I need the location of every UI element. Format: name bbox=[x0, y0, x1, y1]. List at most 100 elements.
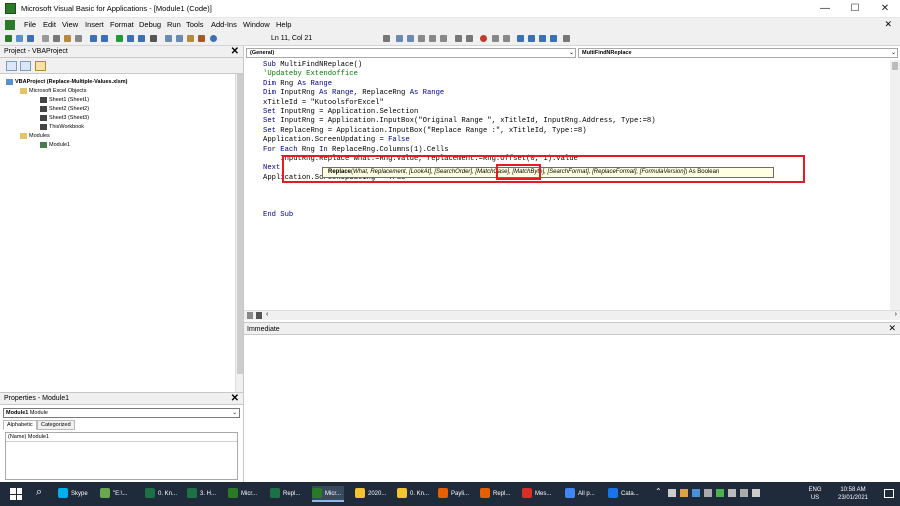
code-line[interactable]: Application.ScreenUpdating = False bbox=[263, 136, 883, 145]
list-constants-icon[interactable] bbox=[407, 35, 414, 42]
code-line[interactable]: Set ReplaceRng = Application.InputBox("R… bbox=[263, 127, 883, 136]
save-icon[interactable] bbox=[27, 35, 34, 42]
menu-run[interactable]: Run bbox=[167, 20, 181, 29]
code-line[interactable]: Sub MultiFindNReplace() bbox=[263, 61, 883, 70]
full-module-view-icon[interactable] bbox=[256, 312, 262, 319]
tray-app-icon[interactable] bbox=[668, 489, 676, 497]
property-row[interactable]: (Name) Module1 bbox=[6, 433, 237, 442]
excel-view-icon[interactable] bbox=[5, 35, 12, 42]
code-line[interactable]: Set InputRng = Application.Selection bbox=[263, 108, 883, 117]
volume-icon[interactable] bbox=[752, 489, 760, 497]
code-horizontal-scrollbar[interactable]: ‹ › bbox=[244, 310, 900, 320]
tray-app-icon[interactable] bbox=[704, 489, 712, 497]
code-line[interactable]: For Each Rng In ReplaceRng.Columns(1).Ce… bbox=[263, 146, 883, 155]
scroll-up-icon[interactable] bbox=[892, 62, 898, 70]
menu-window[interactable]: Window bbox=[243, 20, 270, 29]
redo-icon[interactable] bbox=[101, 35, 108, 42]
code-line[interactable]: Set InputRng = Application.InputBox("Ori… bbox=[263, 117, 883, 126]
taskbar-app[interactable]: "E:\... bbox=[100, 486, 127, 502]
menu-format[interactable]: Format bbox=[110, 20, 134, 29]
procedure-dropdown[interactable]: MultiFindNReplace ⌄ bbox=[578, 48, 898, 58]
parameter-info-icon[interactable] bbox=[429, 35, 436, 42]
object-dropdown[interactable]: (General) ⌄ bbox=[246, 48, 576, 58]
project-close-button[interactable]: ✕ bbox=[231, 46, 239, 57]
menu-view[interactable]: View bbox=[62, 20, 78, 29]
previous-bookmark-icon[interactable] bbox=[539, 35, 546, 42]
maximize-button[interactable]: ☐ bbox=[840, 0, 870, 18]
view-code-icon[interactable] bbox=[6, 61, 17, 71]
comment-block-icon[interactable] bbox=[492, 35, 499, 42]
indent-icon[interactable] bbox=[455, 35, 462, 42]
undo-icon[interactable] bbox=[90, 35, 97, 42]
toolbox-icon[interactable] bbox=[198, 35, 205, 42]
menu-tools[interactable]: Tools bbox=[186, 20, 204, 29]
taskbar-app[interactable]: Repl... bbox=[270, 486, 300, 502]
procedure-view-icon[interactable] bbox=[247, 312, 253, 319]
toolbar-overflow-icon[interactable] bbox=[383, 35, 390, 42]
reset-icon[interactable] bbox=[138, 35, 145, 42]
list-properties-icon[interactable] bbox=[396, 35, 403, 42]
taskbar-app[interactable]: Cata... bbox=[608, 486, 639, 502]
copy-icon[interactable] bbox=[53, 35, 60, 42]
language-indicator[interactable]: ENG US bbox=[804, 486, 826, 502]
tree-node-thisworkbook[interactable]: ThisWorkbook bbox=[40, 123, 84, 131]
close-button[interactable]: ✕ bbox=[870, 0, 900, 18]
immediate-close-button[interactable]: ✕ bbox=[888, 323, 896, 334]
taskbar-app[interactable]: 2020... bbox=[355, 486, 386, 502]
complete-word-icon[interactable] bbox=[440, 35, 447, 42]
tree-node-vbaproject[interactable]: VBAProject (Replace-Multiple-Values.xlsm… bbox=[6, 78, 127, 86]
tree-node-modules[interactable]: Modules bbox=[20, 132, 50, 140]
cut-icon[interactable] bbox=[42, 35, 49, 42]
menu-edit[interactable]: Edit bbox=[43, 20, 56, 29]
taskbar-app[interactable]: Repl... bbox=[480, 486, 510, 502]
run-icon[interactable] bbox=[116, 35, 123, 42]
immediate-window[interactable]: Immediate ✕ bbox=[244, 322, 900, 482]
menu-help[interactable]: Help bbox=[276, 20, 291, 29]
code-line[interactable] bbox=[263, 202, 883, 211]
tab-categorized[interactable]: Categorized bbox=[37, 420, 75, 430]
taskbar-app[interactable]: 0. Kn... bbox=[145, 486, 177, 502]
code-line[interactable] bbox=[263, 183, 883, 192]
code-line[interactable]: Dim Rng As Range bbox=[263, 80, 883, 89]
module-icon[interactable] bbox=[5, 20, 15, 30]
object-browser-icon[interactable] bbox=[187, 35, 194, 42]
outdent-icon[interactable] bbox=[466, 35, 473, 42]
design-mode-icon[interactable] bbox=[150, 35, 157, 42]
toggle-breakpoint-icon[interactable] bbox=[480, 35, 487, 42]
tray-chevron-icon[interactable]: ⌃ bbox=[655, 487, 662, 496]
menu-add-ins[interactable]: Add-Ins bbox=[211, 20, 237, 29]
document-close-button[interactable]: ✕ bbox=[884, 19, 892, 30]
scroll-left-icon[interactable]: ‹ bbox=[266, 311, 268, 318]
uncomment-block-icon[interactable] bbox=[503, 35, 510, 42]
view-object-icon[interactable] bbox=[20, 61, 31, 71]
search-icon[interactable]: ⌕ bbox=[36, 486, 42, 499]
tray-app-icon[interactable] bbox=[728, 489, 736, 497]
project-scrollbar-thumb[interactable] bbox=[237, 74, 243, 374]
tree-node-module1[interactable]: Module1 bbox=[40, 141, 70, 149]
wifi-icon[interactable] bbox=[740, 489, 748, 497]
tree-node-sheet1[interactable]: Sheet1 (Sheet1) bbox=[40, 96, 89, 104]
windows-start-icon[interactable] bbox=[10, 488, 22, 500]
paste-icon[interactable] bbox=[64, 35, 71, 42]
minimize-button[interactable]: — bbox=[810, 0, 840, 18]
next-bookmark-icon[interactable] bbox=[528, 35, 535, 42]
menu-debug[interactable]: Debug bbox=[139, 20, 161, 29]
taskbar-app[interactable]: Micr... bbox=[228, 486, 257, 502]
edit-toolbar-overflow-icon[interactable] bbox=[563, 35, 570, 42]
taskbar-app[interactable]: 3. H... bbox=[187, 486, 216, 502]
code-line[interactable]: Dim InputRng As Range, ReplaceRng As Ran… bbox=[263, 89, 883, 98]
help-icon[interactable] bbox=[210, 35, 217, 42]
taskbar-app[interactable]: Payli... bbox=[438, 486, 469, 502]
tree-node-excel-objects[interactable]: Microsoft Excel Objects bbox=[20, 87, 86, 95]
taskbar-app[interactable]: 0. Kn... bbox=[397, 486, 429, 502]
properties-window-icon[interactable] bbox=[176, 35, 183, 42]
code-line[interactable]: xTitleId = "KutoolsforExcel" bbox=[263, 99, 883, 108]
properties-close-button[interactable]: ✕ bbox=[231, 393, 239, 404]
taskbar-app[interactable]: Mes... bbox=[522, 486, 551, 502]
tab-alphabetic[interactable]: Alphabetic bbox=[3, 420, 37, 430]
bluetooth-icon[interactable] bbox=[692, 489, 700, 497]
notifications-icon[interactable] bbox=[884, 489, 894, 498]
code-line[interactable]: 'Updateby Extendoffice bbox=[263, 70, 883, 79]
code-line[interactable] bbox=[263, 192, 883, 201]
scroll-right-icon[interactable]: › bbox=[895, 311, 897, 318]
